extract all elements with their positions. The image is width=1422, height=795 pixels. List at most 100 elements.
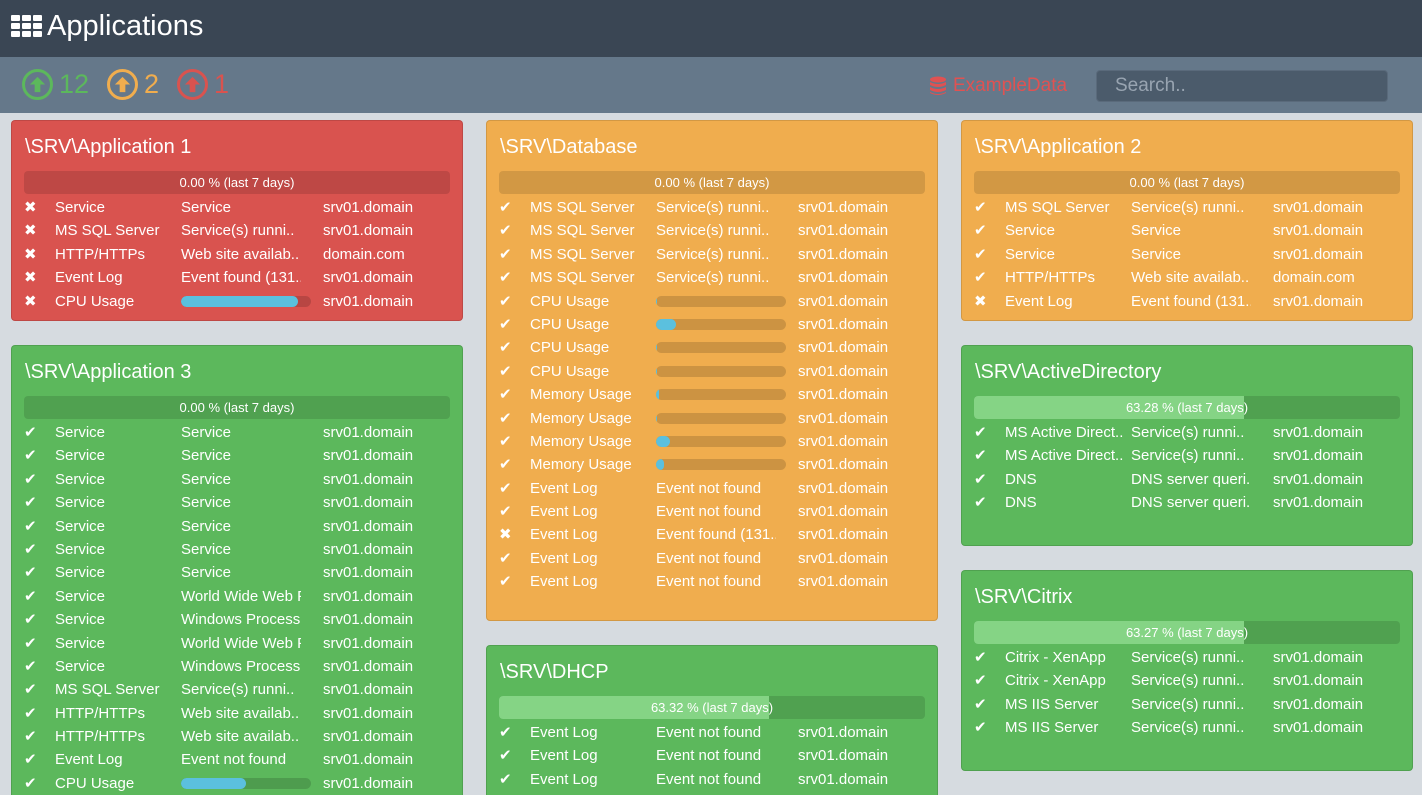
check-row[interactable]: ✖ Service Service srv01.domain (24, 196, 454, 219)
check-row[interactable]: ✔ MS SQL Server Service(s) runni.. srv01.do… (499, 196, 929, 219)
check-row[interactable]: ✖ Event Log Event found (131.. srv01.domain (974, 290, 1404, 313)
check-row[interactable]: ✔ Event Log Event not found srv01.domain (499, 547, 929, 570)
check-row[interactable]: ✔ CPU Usage srv01.domain (499, 336, 929, 359)
check-row[interactable]: ✔ Service Service srv01.domain (24, 468, 454, 491)
check-row[interactable]: ✖ CPU Usage srv01.domain (24, 290, 454, 313)
panel-title[interactable]: \SRV\Citrix (975, 586, 1072, 609)
check-row[interactable]: ✔ Citrix - XenApp Service(s) runni.. srv01.… (974, 646, 1404, 669)
check-host: srv01.domain (798, 747, 889, 765)
ok-count-filter[interactable]: 12 (22, 67, 89, 101)
check-icon: ✔ (499, 503, 512, 521)
check-row[interactable]: ✔ Service Service srv01.domain (974, 243, 1404, 266)
check-row[interactable]: ✔ MS IIS Server Service(s) runni.. srv01.do… (974, 693, 1404, 716)
check-row[interactable]: ✖ MS SQL Server Service(s) runni.. srv01.do… (24, 219, 454, 242)
check-name: MS SQL Server (530, 222, 635, 240)
check-host: srv01.domain (323, 292, 414, 310)
check-status: Event not found (656, 747, 762, 765)
check-row[interactable]: ✔ CPU Usage srv01.domain (499, 313, 929, 336)
application-panel[interactable]: \SRV\ActiveDirectory 63.28 % (last 7 days… (961, 345, 1413, 546)
panel-title[interactable]: \SRV\ActiveDirectory (975, 361, 1161, 384)
panel-title[interactable]: \SRV\Application 1 (25, 136, 191, 159)
check-row[interactable]: ✔ HTTP/HTTPs Web site availab.. srv01.domai… (24, 702, 454, 725)
cross-icon: ✖ (24, 222, 37, 240)
application-panel[interactable]: \SRV\Application 1 0.00 % (last 7 days) ✖ S… (11, 120, 463, 321)
application-panel[interactable]: \SRV\Database 0.00 % (last 7 days) ✔ MS SQL… (486, 120, 938, 621)
check-row[interactable]: ✔ Service Service srv01.domain (24, 444, 454, 467)
check-row[interactable]: ✔ Memory Usage srv01.domain (499, 453, 929, 476)
check-row[interactable]: ✔ MS Active Direct.. Service(s) runni.. srv… (974, 421, 1404, 444)
check-row[interactable]: ✔ Service World Wide Web P.. srv01.domain (24, 585, 454, 608)
check-row[interactable]: ✔ CPU Usage srv01.domain (499, 360, 929, 383)
dataset-selector[interactable]: ExampleData (929, 75, 1067, 97)
check-row[interactable]: ✔ HTTP/HTTPs Web site availab.. domain.com (974, 266, 1404, 289)
check-row[interactable]: ✔ Service Service srv01.domain (24, 538, 454, 561)
check-name: MS SQL Server (55, 681, 160, 699)
check-row[interactable]: ✔ Event Log Event not found srv01.domain (499, 768, 929, 791)
check-name: Event Log (1005, 292, 1073, 310)
check-name: Event Log (55, 269, 123, 287)
check-row[interactable]: ✔ Service Service srv01.domain (24, 561, 454, 584)
check-icon: ✔ (24, 611, 37, 629)
check-row[interactable]: ✖ Event Log Event found (131.. srv01.domain (24, 266, 454, 289)
check-row[interactable]: ✔ MS SQL Server Service(s) runni.. srv01.do… (974, 196, 1404, 219)
check-row[interactable]: ✔ DNS DNS server queri.. srv01.domain (974, 468, 1404, 491)
check-row[interactable]: ✖ Event Log Event found (131.. srv01.domain (499, 523, 929, 546)
application-panel[interactable]: \SRV\Citrix 63.27 % (last 7 days) ✔ Citrix … (961, 570, 1413, 771)
application-panel[interactable]: \SRV\DHCP 63.32 % (last 7 days) ✔ Event Log… (486, 645, 938, 795)
uptime-bar: 0.00 % (last 7 days) (499, 171, 925, 194)
uptime-label: 63.32 % (last 7 days) (650, 700, 774, 715)
check-icon: ✔ (499, 339, 512, 357)
grid-icon[interactable] (11, 15, 42, 39)
check-row[interactable]: ✔ Service Service srv01.domain (974, 219, 1404, 242)
check-row[interactable]: ✔ Event Log Event not found srv01.domain (499, 721, 929, 744)
check-row[interactable]: ✔ MS IIS Server Service(s) runni.. srv01.do… (974, 716, 1404, 739)
uptime-bar: 0.00 % (last 7 days) (974, 171, 1400, 194)
check-host: srv01.domain (1273, 447, 1364, 465)
check-status: Service (181, 447, 232, 465)
check-host: srv01.domain (323, 540, 414, 558)
panel-title[interactable]: \SRV\DHCP (500, 661, 609, 684)
application-panel[interactable]: \SRV\Application 3 0.00 % (last 7 days) ✔ S… (11, 345, 463, 795)
warning-count-filter[interactable]: 2 (107, 67, 159, 101)
check-status: Event not found (656, 573, 762, 591)
check-icon: ✔ (499, 432, 512, 450)
check-name: CPU Usage (55, 774, 135, 792)
check-row[interactable]: ✔ Service Service srv01.domain (24, 491, 454, 514)
check-row[interactable]: ✔ Event Log Event not found srv01.domain (499, 500, 929, 523)
check-row[interactable]: ✔ Event Log Event not found srv01.domain (499, 477, 929, 500)
check-icon: ✔ (24, 447, 37, 465)
check-row[interactable]: ✔ Citrix - XenApp Service(s) runni.. srv01.… (974, 669, 1404, 692)
check-name: CPU Usage (530, 315, 610, 333)
check-row[interactable]: ✔ HTTP/HTTPs Web site availab.. srv01.domai… (24, 725, 454, 748)
application-panel[interactable]: \SRV\Application 2 0.00 % (last 7 days) ✔ M… (961, 120, 1413, 321)
check-row[interactable]: ✔ Event Log Event not found srv01.domain (24, 748, 454, 771)
check-row[interactable]: ✔ DNS DNS server queri.. srv01.domain (974, 491, 1404, 514)
check-row[interactable]: ✔ Memory Usage srv01.domain (499, 430, 929, 453)
check-row[interactable]: ✔ Service Service srv01.domain (24, 515, 454, 538)
check-row[interactable]: ✔ MS SQL Server Service(s) runni.. srv01.do… (499, 243, 929, 266)
check-row[interactable]: ✔ CPU Usage srv01.domain (499, 290, 929, 313)
panel-title[interactable]: \SRV\Database (500, 136, 638, 159)
check-row[interactable]: ✔ Service World Wide Web P.. srv01.domain (24, 632, 454, 655)
check-host: srv01.domain (323, 564, 414, 582)
check-row[interactable]: ✔ MS SQL Server Service(s) runni.. srv01.do… (499, 266, 929, 289)
check-row[interactable]: ✔ Memory Usage srv01.domain (499, 383, 929, 406)
check-row[interactable]: ✔ Event Log Event not found srv01.domain (499, 570, 929, 593)
error-count: 1 (214, 68, 230, 99)
panel-title[interactable]: \SRV\Application 2 (975, 136, 1141, 159)
error-count-filter[interactable]: 1 (177, 67, 229, 101)
check-row[interactable]: ✖ HTTP/HTTPs Web site availab.. domain.com (24, 243, 454, 266)
panel-title[interactable]: \SRV\Application 3 (25, 361, 191, 384)
check-row[interactable]: ✔ Event Log Event not found srv01.domain (499, 744, 929, 767)
check-row[interactable]: ✔ Service Windows Process .. srv01.domain (24, 655, 454, 678)
check-row[interactable]: ✔ Service Service srv01.domain (24, 421, 454, 444)
search-input[interactable] (1096, 70, 1388, 102)
check-row[interactable]: ✔ CPU Usage srv01.domain (24, 772, 454, 795)
check-status: Service(s) runni.. (1131, 424, 1245, 441)
check-row[interactable]: ✔ Memory Usage srv01.domain (499, 407, 929, 430)
check-name: Service (55, 564, 106, 582)
check-row[interactable]: ✔ MS Active Direct.. Service(s) runni.. srv… (974, 444, 1404, 467)
check-row[interactable]: ✔ MS SQL Server Service(s) runni.. srv01.do… (499, 219, 929, 242)
check-row[interactable]: ✔ Service Windows Process .. srv01.domain (24, 608, 454, 631)
check-row[interactable]: ✔ MS SQL Server Service(s) runni.. srv01.do… (24, 678, 454, 701)
